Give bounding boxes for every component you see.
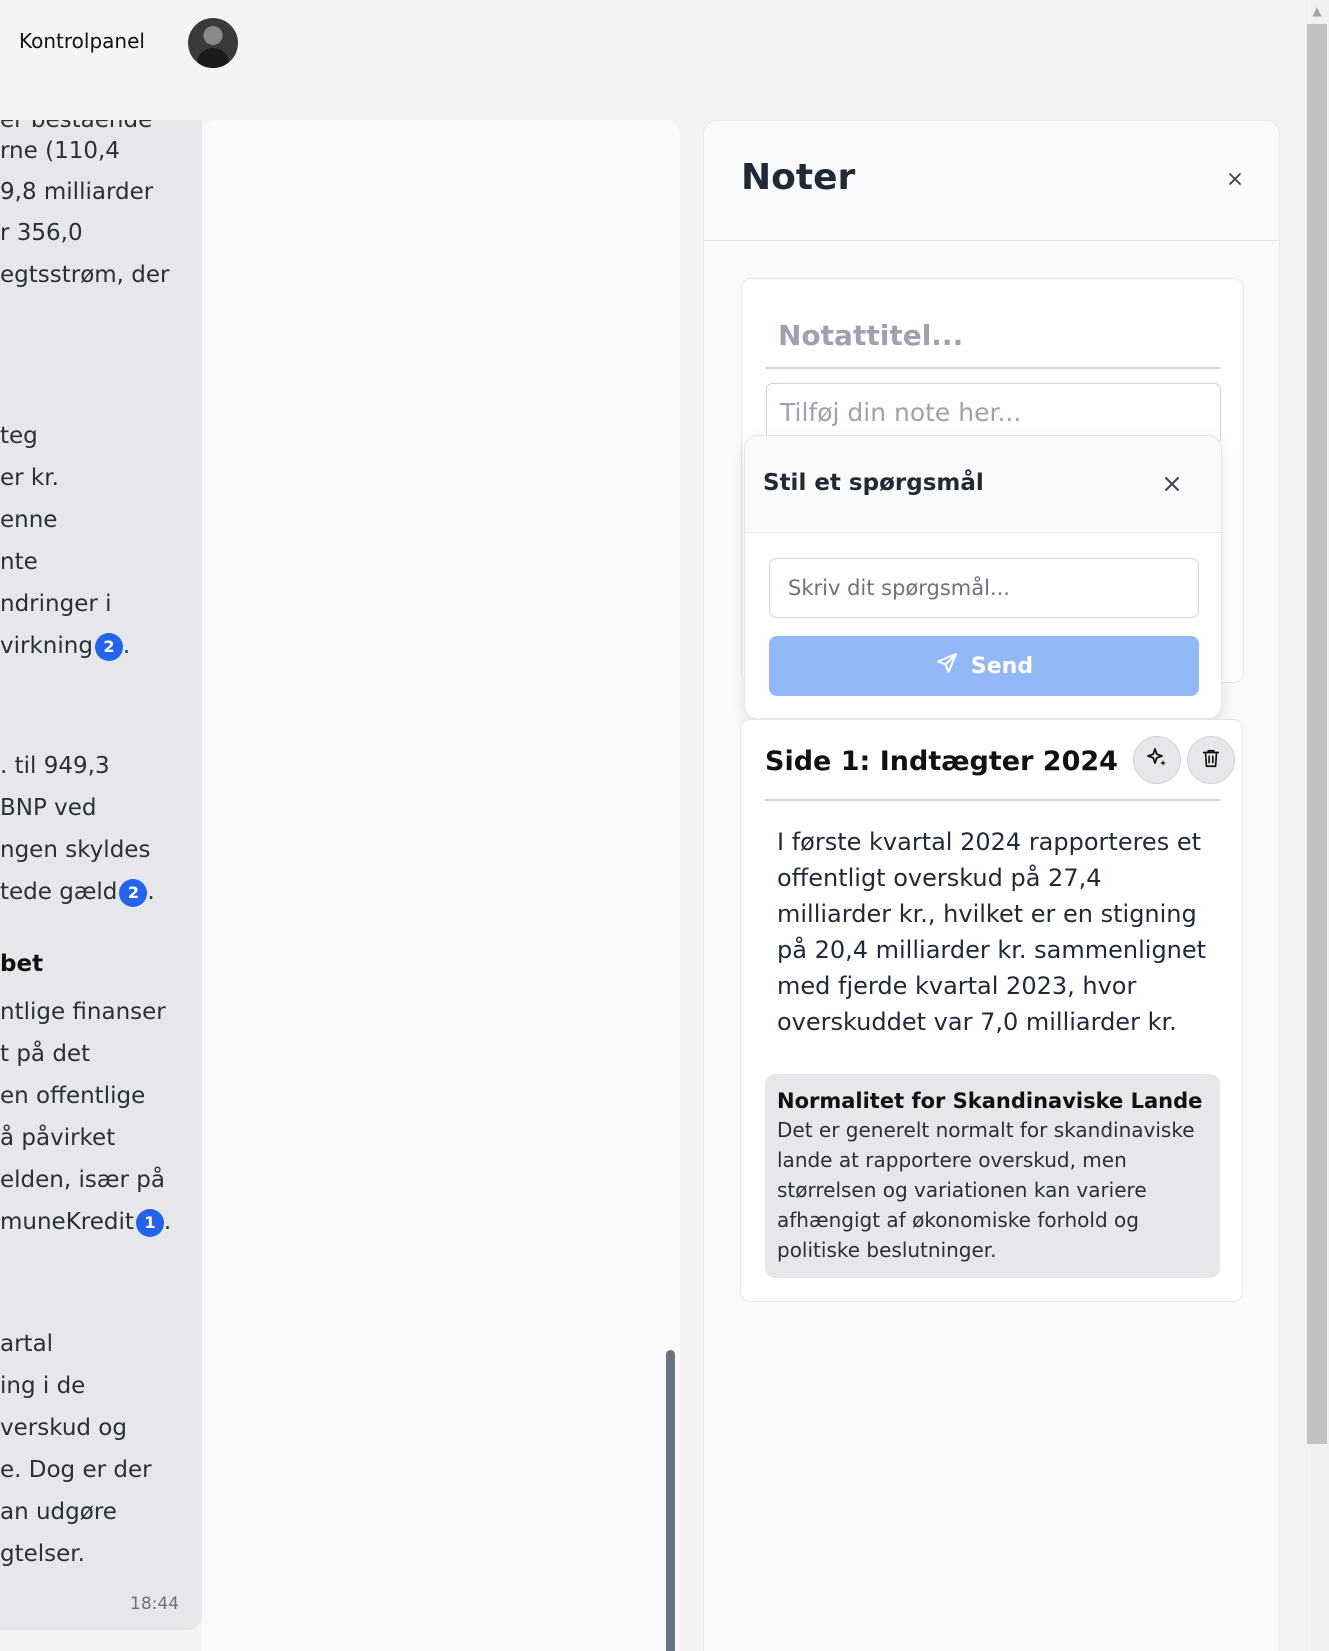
- note-title-input[interactable]: [766, 303, 1221, 369]
- send-label: Send: [970, 653, 1034, 679]
- note-card-title: Side 1: Indtægter 2024: [765, 746, 1118, 777]
- chat-text-line: an udgøre: [0, 1499, 117, 1525]
- question-input[interactable]: [769, 558, 1199, 618]
- chat-text-line: verskud og: [0, 1415, 127, 1441]
- chat-text-line: ntlige finanser: [0, 999, 166, 1025]
- chat-text-line: artal: [0, 1331, 54, 1357]
- chat-text-line: egtsstrøm, der: [0, 262, 170, 288]
- send-icon: [935, 651, 959, 681]
- message-timestamp: 18:44: [130, 1594, 179, 1614]
- chat-text-line: e. Dog er der: [0, 1457, 152, 1483]
- citation-badge[interactable]: 2: [94, 632, 123, 661]
- notes-title: Noter: [741, 157, 856, 198]
- chat-text: muneKredit: [0, 1209, 134, 1235]
- avatar[interactable]: [188, 18, 238, 68]
- ai-sparkle-button[interactable]: [1133, 736, 1181, 784]
- chat-text-line: t på det: [0, 1041, 91, 1067]
- answer-text: Det er generelt normalt for skandinavisk…: [777, 1118, 1195, 1262]
- chat-text-line: nte: [0, 549, 38, 575]
- chat-text-line: ngen skyldes: [0, 837, 151, 863]
- chat-text-line: rne (110,4: [0, 138, 120, 164]
- delete-button[interactable]: [1187, 736, 1235, 784]
- chat-text-line: tede gæld 2.: [0, 878, 155, 907]
- top-bar: Kontrolpanel: [0, 0, 1305, 100]
- note-card-body: I første kvartal 2024 rapporteres et off…: [777, 828, 1207, 1036]
- chat-text-line: elden, især på: [0, 1167, 165, 1193]
- citation-badge[interactable]: 2: [119, 878, 148, 907]
- chat-text-line: er bestående: [0, 120, 153, 133]
- notes-header: Noter: [704, 121, 1279, 241]
- send-button[interactable]: Send: [769, 636, 1199, 696]
- chat-text-line: virkning 2.: [0, 632, 131, 661]
- chat-text-line: er kr.: [0, 465, 59, 491]
- chat-text-line: en offentlige: [0, 1083, 146, 1109]
- chat-text-line: . til 949,3: [0, 753, 110, 779]
- dashboard-title[interactable]: Kontrolpanel: [19, 29, 145, 53]
- popover-header: Stil et spørgsmål: [745, 436, 1221, 533]
- ai-answer-box: Normalitet for Skandinaviske Lande Det e…: [765, 1074, 1220, 1278]
- citation-badge[interactable]: 1: [135, 1208, 164, 1237]
- chat-text-line: 9,8 milliarder: [0, 179, 154, 205]
- divider: [765, 799, 1220, 801]
- chat-message: er bestående rne (110,4 9,8 milliarder r…: [0, 120, 202, 1630]
- chat-text-line: teg: [0, 423, 38, 449]
- chat-heading: bet: [0, 951, 44, 977]
- chat-text-line: muneKredit 1.: [0, 1208, 172, 1237]
- document-panel: [202, 120, 680, 1651]
- chat-text-line: r 356,0: [0, 220, 83, 246]
- popover-title: Stil et spørgsmål: [763, 470, 984, 496]
- close-icon[interactable]: [1158, 470, 1186, 498]
- trash-icon: [1200, 747, 1222, 773]
- chat-text: virkning: [0, 633, 93, 659]
- chat-text-line: enne: [0, 507, 58, 533]
- chat-text-line: ndringer i: [0, 591, 112, 617]
- ask-question-popover: Stil et spørgsmål Send: [744, 435, 1222, 719]
- page-scrollbar-thumb[interactable]: [1307, 24, 1327, 1444]
- chat-text-line: å påvirket: [0, 1125, 116, 1151]
- chat-text-line: ing i de: [0, 1373, 86, 1399]
- scroll-up-arrow-icon[interactable]: ▲: [1307, 4, 1327, 20]
- close-icon[interactable]: [1223, 169, 1247, 193]
- note-card: Side 1: Indtægter 2024 I første kvartal …: [740, 719, 1243, 1302]
- answer-title: Normalitet for Skandinaviske Lande: [777, 1089, 1203, 1113]
- note-body-input[interactable]: [766, 383, 1221, 443]
- chat-text-line: BNP ved: [0, 795, 97, 821]
- sparkle-icon: [1145, 746, 1169, 774]
- chat-text: tede gæld: [0, 879, 118, 905]
- panel-scrollbar[interactable]: [666, 1350, 675, 1651]
- chat-text-line: gtelser.: [0, 1541, 85, 1567]
